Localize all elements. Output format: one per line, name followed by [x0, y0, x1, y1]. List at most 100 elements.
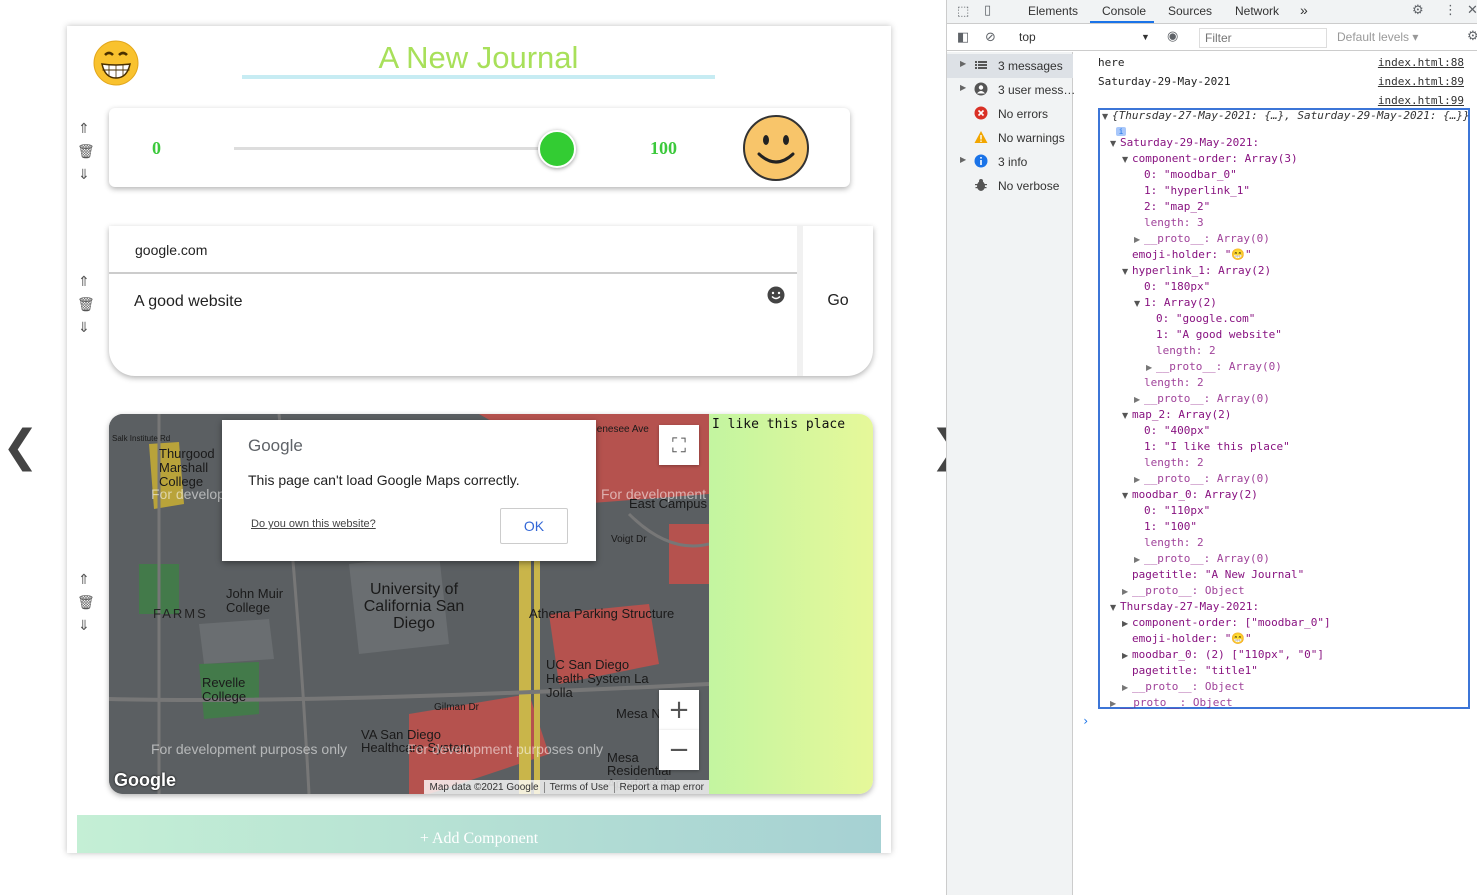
- move-up-icon[interactable]: ⇑: [77, 118, 91, 141]
- own-website-link[interactable]: Do you own this website?: [251, 518, 376, 530]
- log-source-link[interactable]: index.html:89: [1378, 75, 1464, 88]
- warning-icon: [974, 131, 988, 143]
- sidebar-item-verbose[interactable]: No verbose: [947, 174, 1073, 198]
- inspect-element-icon[interactable]: ⬚: [957, 4, 969, 19]
- tree-node[interactable]: ▼ Thursday-27-May-2021:: [1110, 599, 1259, 616]
- bug-icon: [975, 179, 987, 191]
- tree-leaf: length: 2: [1156, 344, 1216, 357]
- tab-elements[interactable]: Elements: [1028, 4, 1078, 18]
- add-component-button[interactable]: + Add Component: [77, 815, 881, 853]
- move-down-icon[interactable]: ⇓: [77, 615, 91, 638]
- sidebar-item-errors[interactable]: No errors: [947, 102, 1073, 126]
- log-levels-select[interactable]: Default levels ▾: [1337, 30, 1418, 44]
- map-label: John Muir College: [226, 586, 284, 615]
- mood-slider-thumb[interactable]: [538, 130, 576, 168]
- terms-of-use-link[interactable]: Terms of Use: [545, 781, 615, 793]
- fullscreen-button[interactable]: ⛶: [659, 425, 699, 465]
- console-settings-gear-icon[interactable]: ⚙: [1467, 29, 1477, 44]
- tree-node[interactable]: ▼ component-order: Array(3): [1122, 151, 1298, 168]
- go-button[interactable]: Go: [803, 226, 873, 376]
- device-toolbar-icon[interactable]: ▯: [984, 3, 991, 18]
- mood-slider-track[interactable]: [234, 147, 558, 150]
- report-map-error-link[interactable]: Report a map error: [615, 782, 709, 793]
- tree-node[interactable]: ▼ map_2: Array(2): [1122, 407, 1231, 424]
- previous-page-arrow[interactable]: ❮: [2, 425, 39, 469]
- tree-node[interactable]: ▶ __proto__: Array(0): [1134, 391, 1270, 408]
- sidebar-item-warnings[interactable]: No warnings: [947, 126, 1073, 150]
- settings-gear-icon[interactable]: ⚙: [1412, 3, 1424, 18]
- map-note-text[interactable]: I like this place: [712, 417, 845, 432]
- tab-console[interactable]: Console: [1102, 4, 1146, 18]
- sidebar-item-user-messages[interactable]: ▶ 3 user mess…: [947, 78, 1075, 102]
- map-footer: Map data ©2021 Google Terms of Use Repor…: [424, 780, 709, 794]
- sidebar-item-messages[interactable]: ▶ 3 messages: [947, 54, 1073, 78]
- tree-node[interactable]: ▶ __proto__: Object: [1122, 583, 1245, 600]
- console-prompt[interactable]: ›: [1082, 714, 1089, 728]
- map-label: University of California San Diego: [363, 581, 465, 632]
- delete-icon[interactable]: 🗑: [77, 294, 95, 317]
- console-toolbar: ◧ ⊘ top ▼ ◉ Default levels ▾ ⚙: [947, 25, 1477, 51]
- tree-node[interactable]: ▶ __proto__: Object: [1122, 679, 1245, 696]
- expand-caret-icon[interactable]: ▶: [960, 59, 966, 68]
- zoom-in-button[interactable]: +: [659, 690, 699, 730]
- tree-node[interactable]: ▼ Saturday-29-May-2021:: [1110, 135, 1259, 152]
- maps-error-dialog: Google This page can't load Google Maps …: [222, 420, 596, 561]
- close-icon[interactable]: ✕: [1467, 3, 1477, 18]
- map-label: Salk Institute Rd: [112, 434, 171, 443]
- zoom-out-button[interactable]: −: [659, 730, 699, 770]
- ok-button[interactable]: OK: [500, 508, 568, 544]
- delete-icon[interactable]: 🗑: [77, 592, 95, 615]
- tree-node[interactable]: ▶ __proto__: Array(0): [1134, 551, 1270, 568]
- object-tree[interactable]: ▼ {Thursday-27-May-2021: {…}, Saturday-29…: [1098, 108, 1470, 709]
- url-value[interactable]: google.com: [135, 242, 207, 258]
- map-component: Salk Institute Rd Thurgood Marshall Coll…: [109, 414, 873, 794]
- tree-node[interactable]: ▶ moodbar_0: (2) ["110px", "0"]: [1122, 647, 1324, 664]
- live-expression-eye-icon[interactable]: ◉: [1167, 29, 1178, 44]
- url-field[interactable]: google.com: [109, 226, 797, 274]
- map-label: Athena Parking Structure: [529, 606, 675, 621]
- tree-node[interactable]: ▶ __proto__: Object: [1110, 695, 1233, 712]
- move-down-icon[interactable]: ⇓: [77, 317, 91, 340]
- more-options-icon[interactable]: ⋮: [1444, 3, 1457, 18]
- sidebar-item-label: 3 info: [998, 155, 1028, 169]
- move-down-icon[interactable]: ⇓: [77, 164, 91, 187]
- tab-sources[interactable]: Sources: [1168, 4, 1212, 18]
- google-logo[interactable]: Google: [114, 770, 176, 791]
- tree-node[interactable]: ▶ __proto__: Array(0): [1134, 471, 1270, 488]
- link-description[interactable]: A good website: [134, 293, 243, 311]
- tree-node[interactable]: ▼ hyperlink_1: Array(2): [1122, 263, 1271, 280]
- dev-notice: For development purposes only: [407, 741, 604, 757]
- log-source-link[interactable]: index.html:88: [1378, 56, 1464, 69]
- move-up-icon[interactable]: ⇑: [77, 271, 91, 294]
- dropdown-arrow-icon: ▼: [1141, 32, 1150, 42]
- tree-node[interactable]: ▶ __proto__: Array(0): [1146, 359, 1282, 376]
- filter-input[interactable]: [1199, 28, 1327, 48]
- move-up-icon[interactable]: ⇑: [77, 569, 91, 592]
- google-map[interactable]: Salk Institute Rd Thurgood Marshall Coll…: [109, 414, 709, 794]
- more-tabs-icon[interactable]: »: [1300, 2, 1308, 18]
- tree-root[interactable]: ▼ {Thursday-27-May-2021: {…}, Saturday-29…: [1102, 108, 1470, 125]
- tree-node[interactable]: ▶ __proto__: Array(0): [1134, 231, 1270, 248]
- tab-network[interactable]: Network: [1235, 4, 1279, 18]
- map-data-credit: Map data ©2021 Google: [424, 781, 545, 793]
- page-title[interactable]: A New Journal: [242, 40, 715, 80]
- map-label: Revelle College: [202, 675, 247, 704]
- emoji-picker-icon[interactable]: [767, 286, 785, 304]
- grinning-emoji-icon[interactable]: [93, 40, 139, 86]
- expand-caret-icon[interactable]: ▶: [960, 83, 966, 92]
- map-note-panel[interactable]: I like this place: [709, 414, 873, 794]
- tree-leaf: 0: "180px": [1144, 280, 1211, 293]
- user-icon: [974, 82, 988, 96]
- clear-console-icon[interactable]: ⊘: [985, 30, 996, 45]
- sidebar-item-info[interactable]: ▶ 3 info: [947, 150, 1073, 174]
- tree-node[interactable]: ▼ moodbar_0: Array(2): [1122, 487, 1258, 504]
- delete-icon[interactable]: 🗑: [77, 141, 95, 164]
- map-label: UC San Diego Health System La Jolla: [546, 657, 649, 700]
- tree-node[interactable]: ▶ component-order: ["moodbar_0"]: [1122, 615, 1331, 632]
- sidebar-toggle-icon[interactable]: ◧: [957, 30, 969, 45]
- context-select[interactable]: top ▼: [1019, 30, 1151, 44]
- log-source-link[interactable]: index.html:99: [1378, 94, 1464, 107]
- tree-node[interactable]: ▼ 1: Array(2): [1134, 295, 1217, 312]
- smiley-face-icon: [743, 115, 809, 181]
- expand-caret-icon[interactable]: ▶: [960, 155, 966, 164]
